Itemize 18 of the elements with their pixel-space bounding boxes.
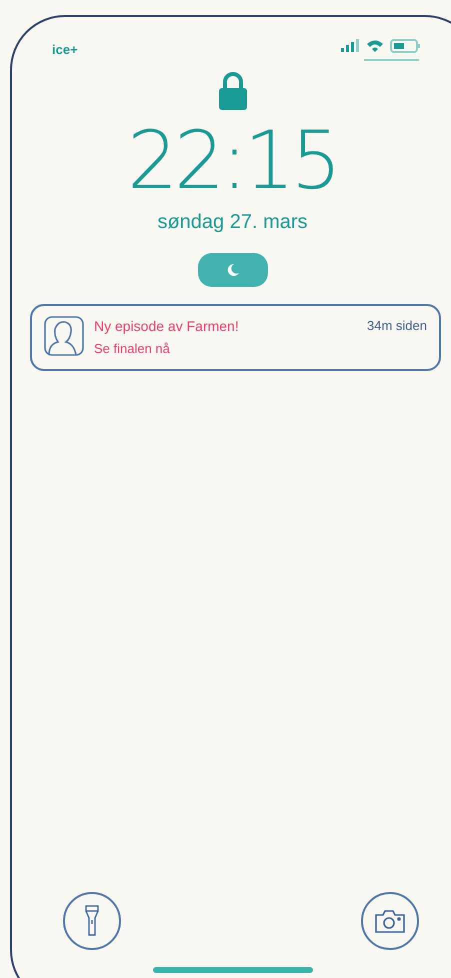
notification-time: 34m siden bbox=[367, 317, 427, 335]
person-avatar-icon bbox=[44, 316, 84, 356]
signal-icon bbox=[341, 39, 359, 52]
camera-button[interactable] bbox=[361, 892, 419, 950]
flashlight-button[interactable] bbox=[63, 892, 121, 950]
carrier-name: ice+ bbox=[52, 41, 78, 60]
wifi-icon bbox=[367, 40, 383, 52]
lock-icon bbox=[218, 71, 248, 111]
flashlight-icon bbox=[85, 905, 99, 937]
date-label: søndag 27. mars bbox=[157, 210, 308, 235]
clock-time: 22:15 bbox=[127, 121, 338, 201]
battery-icon bbox=[390, 39, 420, 53]
camera-icon bbox=[375, 909, 405, 933]
notification-title: Ny episode av Farmen! bbox=[94, 317, 239, 336]
notification-body: Se finalen nå bbox=[94, 340, 171, 358]
moon-icon bbox=[226, 263, 240, 277]
notification-card[interactable]: Ny episode av Farmen! 34m siden Se finalen nå bbox=[30, 304, 441, 370]
status-underline bbox=[364, 59, 419, 61]
